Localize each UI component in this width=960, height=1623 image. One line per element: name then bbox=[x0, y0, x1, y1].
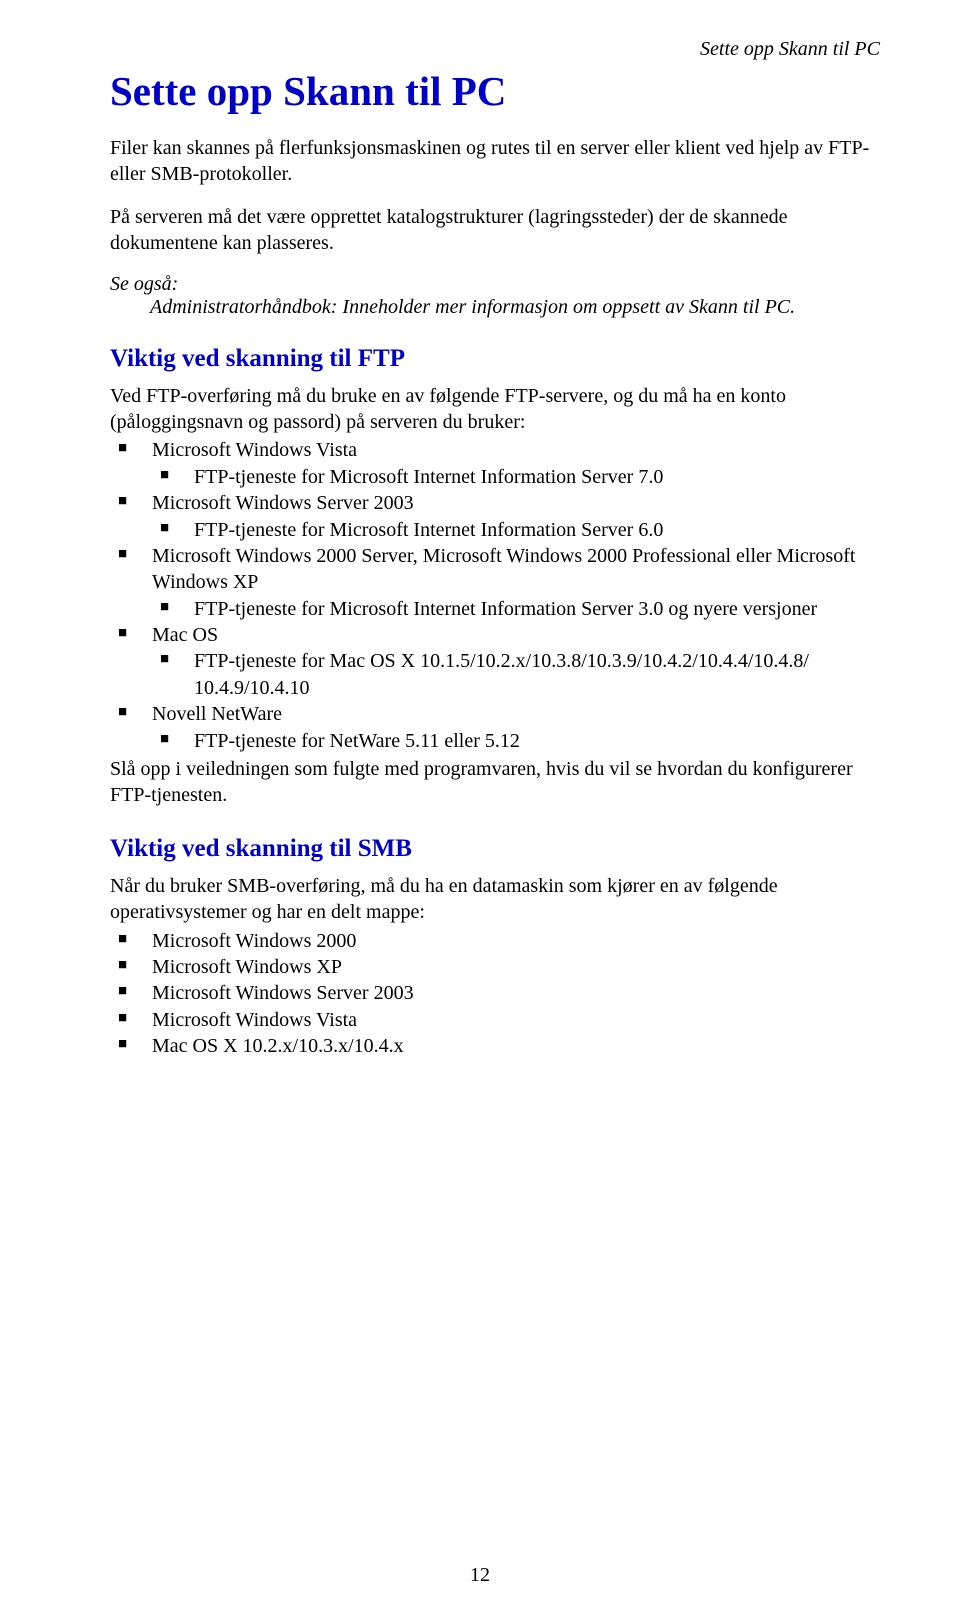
list-item-label: Mac OS bbox=[152, 624, 218, 646]
list-item: FTP-tjeneste for Microsoft Internet Info… bbox=[152, 517, 880, 543]
list-item-label: Microsoft Windows 2000 bbox=[152, 930, 356, 952]
list-item: Microsoft Windows Vista bbox=[110, 1007, 880, 1033]
see-also-label: Se også: bbox=[110, 273, 178, 295]
list-item: Mac OS X 10.2.x/10.3.x/10.4.x bbox=[110, 1033, 880, 1059]
list-item-label: Microsoft Windows Server 2003 bbox=[152, 492, 414, 514]
list-item: Microsoft Windows XP bbox=[110, 954, 880, 980]
list-item: Microsoft Windows 2000 Server, Microsoft… bbox=[110, 543, 880, 622]
list-item-label: FTP-tjeneste for Mac OS X 10.1.5/10.2.x/… bbox=[194, 650, 809, 698]
ftp-lead: Ved FTP-overføring må du bruke en av føl… bbox=[110, 383, 880, 436]
ftp-heading: Viktig ved skanning til FTP bbox=[110, 345, 880, 373]
list-item-label: Microsoft Windows Vista bbox=[152, 439, 357, 461]
list-item-label: FTP-tjeneste for Microsoft Internet Info… bbox=[194, 519, 663, 541]
list-item: FTP-tjeneste for Microsoft Internet Info… bbox=[152, 596, 880, 622]
intro-paragraph-2: På serveren må det være opprettet katalo… bbox=[110, 204, 880, 257]
running-header: Sette opp Skann til PC bbox=[110, 38, 880, 61]
intro-paragraph-1: Filer kan skannes på flerfunksjonsmaskin… bbox=[110, 135, 880, 188]
list-item-label: Microsoft Windows Server 2003 bbox=[152, 982, 414, 1004]
main-title: Sette opp Skann til PC bbox=[110, 67, 880, 115]
ftp-tail: Slå opp i veiledningen som fulgte med pr… bbox=[110, 756, 880, 809]
list-item: Microsoft Windows 2000 bbox=[110, 928, 880, 954]
smb-heading: Viktig ved skanning til SMB bbox=[110, 835, 880, 863]
see-also: Se også: Administratorhåndbok: Inneholde… bbox=[110, 273, 880, 319]
smb-lead: Når du bruker SMB-overføring, må du ha e… bbox=[110, 873, 880, 926]
list-item-label: Microsoft Windows 2000 Server, Microsoft… bbox=[152, 545, 855, 593]
see-also-reference: Administratorhåndbok: Inneholder mer inf… bbox=[150, 296, 880, 319]
ftp-list: Microsoft Windows Vista FTP-tjeneste for… bbox=[110, 437, 880, 754]
list-item-label: Novell NetWare bbox=[152, 703, 282, 725]
list-item-label: FTP-tjeneste for Microsoft Internet Info… bbox=[194, 466, 663, 488]
list-item: Mac OS FTP-tjeneste for Mac OS X 10.1.5/… bbox=[110, 622, 880, 701]
list-item: Microsoft Windows Server 2003 FTP-tjenes… bbox=[110, 490, 880, 543]
page: Sette opp Skann til PC Sette opp Skann t… bbox=[0, 0, 960, 1623]
list-item: Novell NetWare FTP-tjeneste for NetWare … bbox=[110, 701, 880, 754]
page-number: 12 bbox=[0, 1564, 960, 1587]
list-item: Microsoft Windows Vista FTP-tjeneste for… bbox=[110, 437, 880, 490]
list-item-label: Mac OS X 10.2.x/10.3.x/10.4.x bbox=[152, 1035, 404, 1057]
smb-list: Microsoft Windows 2000 Microsoft Windows… bbox=[110, 928, 880, 1060]
list-item: FTP-tjeneste for NetWare 5.11 eller 5.12 bbox=[152, 728, 880, 754]
list-item: FTP-tjeneste for Microsoft Internet Info… bbox=[152, 464, 880, 490]
list-item-label: Microsoft Windows XP bbox=[152, 956, 342, 978]
list-item-label: Microsoft Windows Vista bbox=[152, 1009, 357, 1031]
list-item-label: FTP-tjeneste for NetWare 5.11 eller 5.12 bbox=[194, 730, 520, 752]
list-item: FTP-tjeneste for Mac OS X 10.1.5/10.2.x/… bbox=[152, 648, 880, 701]
list-item-label: FTP-tjeneste for Microsoft Internet Info… bbox=[194, 598, 817, 620]
list-item: Microsoft Windows Server 2003 bbox=[110, 980, 880, 1006]
